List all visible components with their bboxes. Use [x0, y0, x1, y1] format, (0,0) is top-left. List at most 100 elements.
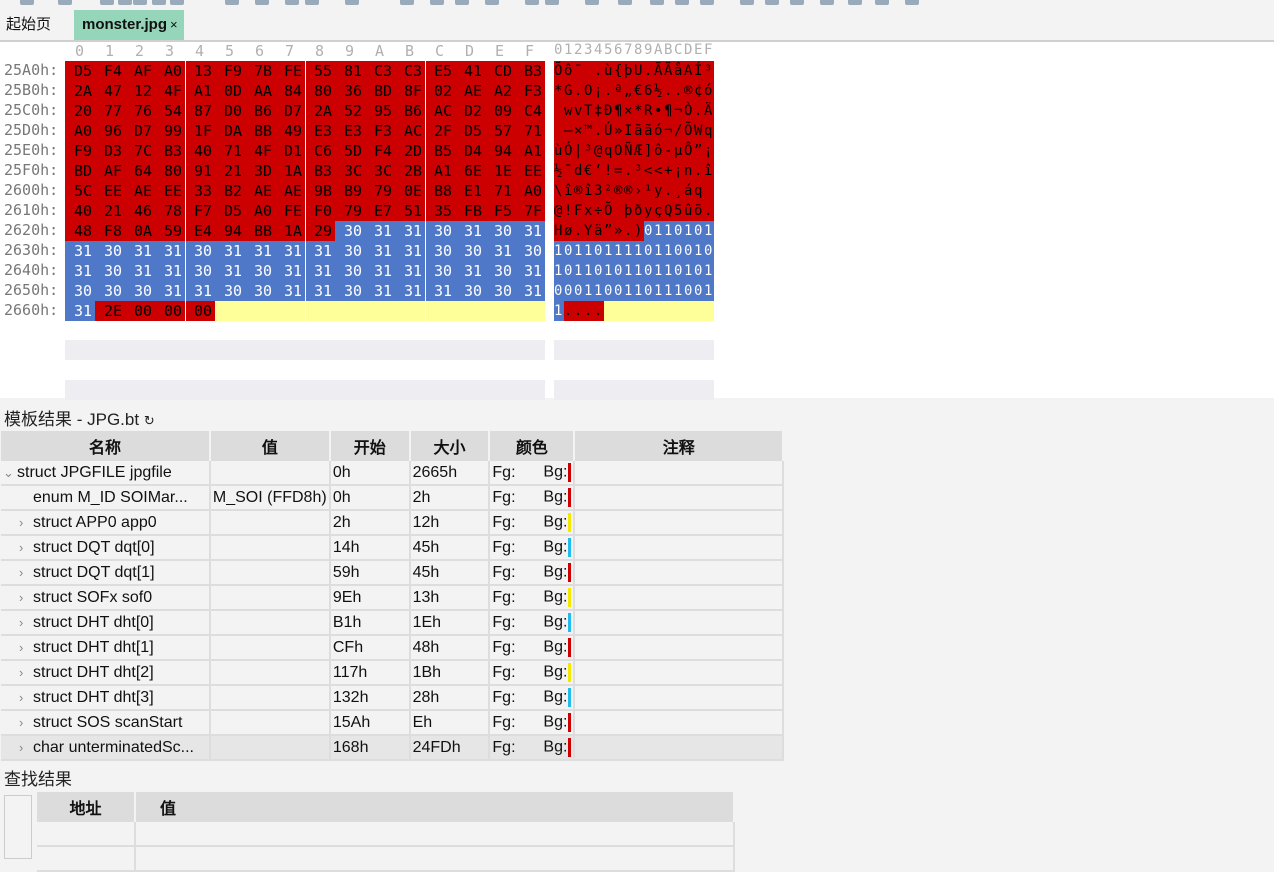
- hex-byte[interactable]: 31: [155, 241, 185, 261]
- hex-byte[interactable]: A1: [185, 81, 215, 101]
- column-header[interactable]: 开始: [329, 431, 411, 461]
- hex-byte[interactable]: B3: [305, 161, 335, 181]
- chevron-right-icon[interactable]: ›: [19, 590, 33, 605]
- hex-byte[interactable]: 30: [245, 281, 275, 301]
- hex-empty-cell[interactable]: [365, 301, 395, 321]
- hex-byte[interactable]: 31: [395, 221, 425, 241]
- ascii-row[interactable]: 1....: [554, 301, 604, 321]
- hex-byte[interactable]: 31: [365, 261, 395, 281]
- toolbar-icon[interactable]: [345, 0, 359, 5]
- toolbar-icon[interactable]: [305, 0, 319, 5]
- hex-byte[interactable]: 40: [65, 201, 95, 221]
- hex-editor[interactable]: 0123456789ABCDEF 0 1 2 3 4 5 6 7 8 9 A B C D E F 25A0h: …: [0, 42, 1274, 400]
- hex-byte[interactable]: 31: [455, 261, 485, 281]
- hex-byte[interactable]: A0: [155, 61, 185, 81]
- table-row[interactable]: ⌄ struct JPGFILE jpgfile 0h 2665h Fg: Bg:: [1, 461, 784, 486]
- column-header[interactable]: 值: [209, 431, 331, 461]
- toolbar-icon[interactable]: [585, 0, 599, 5]
- hex-byte[interactable]: F5: [485, 201, 515, 221]
- hex-byte[interactable]: 57: [485, 121, 515, 141]
- table-row[interactable]: › struct DHT dht[1] CFh 48h Fg: Bg:: [1, 635, 784, 661]
- hex-byte[interactable]: 31: [155, 281, 185, 301]
- hex-byte[interactable]: 31: [515, 281, 545, 301]
- hex-byte[interactable]: AF: [125, 61, 155, 81]
- hex-byte[interactable]: 31: [395, 241, 425, 261]
- hex-byte[interactable]: 2B: [395, 161, 425, 181]
- hex-byte[interactable]: C3: [395, 61, 425, 81]
- hex-byte[interactable]: A1: [515, 141, 545, 161]
- hex-byte[interactable]: DA: [215, 121, 245, 141]
- hex-byte[interactable]: 21: [215, 161, 245, 181]
- hex-empty-cell[interactable]: [455, 301, 485, 321]
- hex-byte[interactable]: B6: [245, 101, 275, 121]
- hex-byte[interactable]: 30: [515, 241, 545, 261]
- hex-byte[interactable]: 76: [125, 101, 155, 121]
- hex-byte[interactable]: F4: [95, 61, 125, 81]
- ascii-row[interactable]: \î®î3²®®›¹y.¸áq: [554, 181, 714, 201]
- hex-byte[interactable]: E3: [335, 121, 365, 141]
- hex-byte[interactable]: 31: [365, 241, 395, 261]
- hex-byte[interactable]: B3: [515, 61, 545, 81]
- hex-byte[interactable]: 4F: [155, 81, 185, 101]
- table-row[interactable]: › struct DHT dht[2] 117h 1Bh Fg: Bg:: [1, 660, 784, 686]
- hex-byte[interactable]: 30: [335, 261, 365, 281]
- hex-byte[interactable]: 46: [125, 201, 155, 221]
- hex-byte[interactable]: 87: [185, 101, 215, 121]
- hex-empty-cell[interactable]: [305, 301, 335, 321]
- toolbar-icon[interactable]: [675, 0, 689, 5]
- column-header-address[interactable]: 地址: [37, 792, 136, 822]
- hex-empty-cell[interactable]: [425, 301, 455, 321]
- hex-byte[interactable]: EE: [155, 181, 185, 201]
- hex-byte[interactable]: FE: [275, 61, 305, 81]
- table-row[interactable]: › struct DHT dht[3] 132h 28h Fg: Bg:: [1, 685, 784, 711]
- hex-byte[interactable]: AE: [125, 181, 155, 201]
- hex-byte[interactable]: 30: [335, 241, 365, 261]
- hex-byte[interactable]: 30: [425, 221, 455, 241]
- hex-byte[interactable]: 94: [215, 221, 245, 241]
- toolbar-icon[interactable]: [820, 0, 834, 5]
- hex-byte[interactable]: 96: [95, 121, 125, 141]
- hex-byte[interactable]: F3: [365, 121, 395, 141]
- hex-byte[interactable]: D2: [455, 101, 485, 121]
- hex-byte[interactable]: C4: [515, 101, 545, 121]
- toolbar-icon[interactable]: [430, 0, 444, 5]
- tab-start-page[interactable]: 起始页: [6, 10, 51, 40]
- hex-byte[interactable]: 40: [185, 141, 215, 161]
- hex-byte[interactable]: D5: [215, 201, 245, 221]
- table-row[interactable]: › struct DQT dqt[0] 14h 45h Fg: Bg:: [1, 535, 784, 561]
- hex-byte[interactable]: 31: [395, 281, 425, 301]
- hex-byte[interactable]: 1A: [275, 161, 305, 181]
- toolbar-icon[interactable]: [875, 0, 889, 5]
- hex-byte[interactable]: 31: [515, 221, 545, 241]
- hex-byte[interactable]: 30: [95, 261, 125, 281]
- hex-byte[interactable]: 31: [275, 241, 305, 261]
- hex-byte[interactable]: 02: [425, 81, 455, 101]
- hex-byte[interactable]: 84: [275, 81, 305, 101]
- hex-byte[interactable]: D1: [275, 141, 305, 161]
- chevron-right-icon[interactable]: ›: [19, 715, 33, 730]
- ascii-row[interactable]: –×™.Ú»Iããó¬/ÕWq: [554, 121, 714, 141]
- chevron-right-icon[interactable]: ›: [19, 690, 33, 705]
- hex-byte[interactable]: 31: [65, 241, 95, 261]
- hex-byte[interactable]: 31: [245, 241, 275, 261]
- chevron-right-icon[interactable]: ›: [19, 615, 33, 630]
- toolbar-icon[interactable]: [700, 0, 714, 5]
- hex-byte[interactable]: AE: [455, 81, 485, 101]
- ascii-row[interactable]: *G.O¡.ª„€6½..®¢ó: [554, 81, 714, 101]
- hex-byte[interactable]: F4: [365, 141, 395, 161]
- hex-byte[interactable]: 31: [305, 281, 335, 301]
- hex-byte[interactable]: FE: [275, 201, 305, 221]
- hex-byte[interactable]: 21: [95, 201, 125, 221]
- hex-byte[interactable]: 31: [365, 281, 395, 301]
- toolbar-icon[interactable]: [170, 0, 184, 5]
- hex-byte[interactable]: BB: [245, 221, 275, 241]
- hex-byte[interactable]: 3C: [335, 161, 365, 181]
- table-row[interactable]: › struct DHT dht[0] B1h 1Eh Fg: Bg:: [1, 610, 784, 636]
- hex-byte[interactable]: 4F: [245, 141, 275, 161]
- hex-empty-cell[interactable]: [335, 301, 365, 321]
- hex-byte[interactable]: 30: [485, 261, 515, 281]
- hex-byte[interactable]: AA: [245, 81, 275, 101]
- hex-byte[interactable]: F0: [305, 201, 335, 221]
- ascii-row[interactable]: 1011011110110010: [554, 241, 714, 261]
- table-row[interactable]: enum M_ID SOIMar... M_SOI (FFD8h) 0h 2h Fg: B…: [1, 485, 784, 511]
